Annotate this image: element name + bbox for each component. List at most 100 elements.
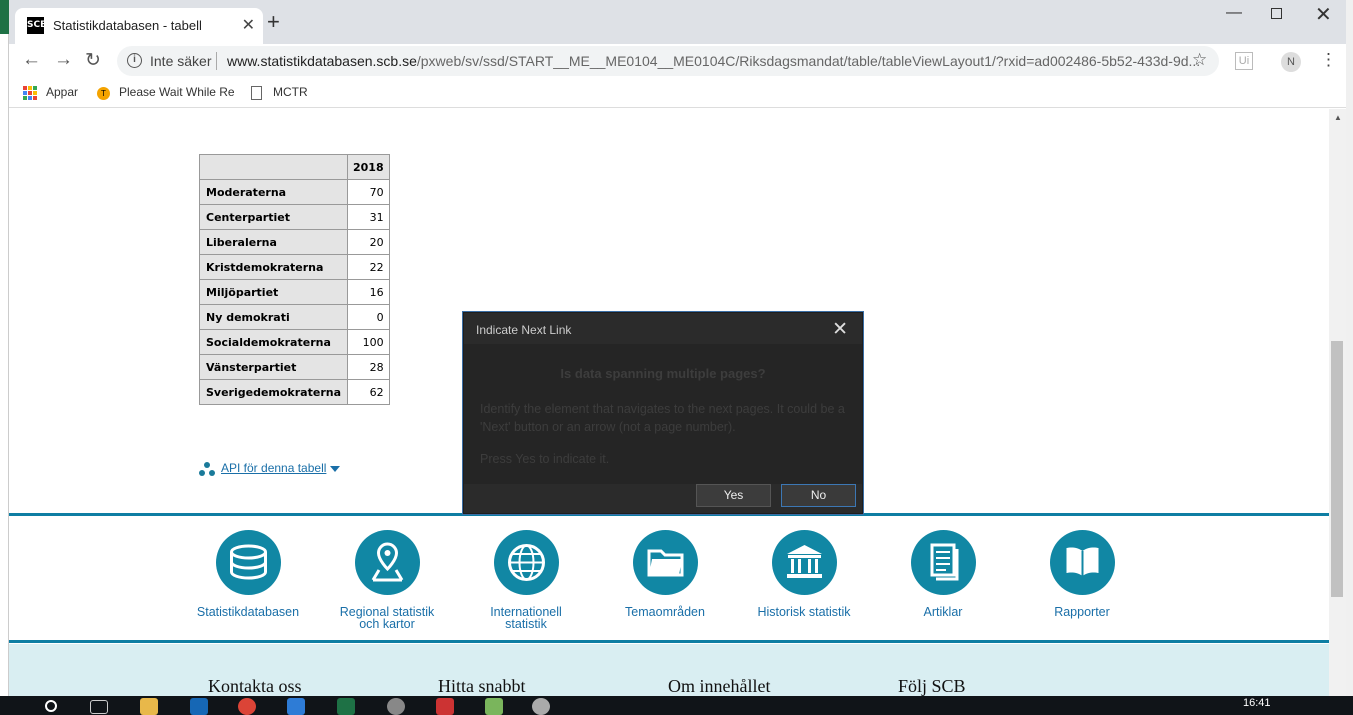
file-explorer-icon[interactable] [140, 698, 158, 715]
nav-temaomraden[interactable]: Temaområden [595, 530, 735, 618]
windows-taskbar: 16:41 [0, 696, 1353, 715]
party-label: Vänsterpartiet [199, 354, 348, 380]
settings-gear-icon[interactable] [387, 698, 405, 715]
url-path: /pxweb/sv/ssd/START__ME__ME0104__ME0104C… [416, 53, 1201, 69]
party-label: Kristdemokraterna [199, 254, 348, 280]
nav-label-line1: Rapporter [1054, 605, 1110, 619]
nav-label: Statistikdatabasen [178, 605, 318, 619]
app-icon[interactable] [436, 698, 454, 715]
tab-close-icon[interactable]: ✕ [242, 15, 255, 35]
outlook-icon[interactable] [190, 698, 208, 715]
no-button[interactable]: No [781, 484, 856, 507]
nav-label: Rapporter [1012, 605, 1152, 619]
bookmark-mctr[interactable]: MCTR [273, 85, 308, 99]
quick-nav: Statistikdatabasen Regional statistik och… [9, 518, 1329, 641]
bookmark-appar[interactable]: Appar [46, 85, 78, 99]
browser-titlebar: SCB Statistikdatabasen - tabell ✕ + — ✕ [9, 0, 1346, 44]
seat-value: 20 [347, 229, 390, 255]
nav-statistikdatabasen[interactable]: Statistikdatabasen [178, 530, 318, 618]
uipath-extension-icon[interactable]: Ui [1235, 52, 1253, 70]
building-icon [771, 530, 837, 595]
chrome-icon[interactable] [238, 698, 256, 715]
apps-grid-icon [23, 86, 37, 100]
new-tab-button[interactable]: + [267, 11, 280, 33]
page-footer: Kontakta oss Hitta snabbt Om innehållet … [9, 644, 1329, 696]
table-row: Centerpartiet 31 [199, 204, 390, 230]
url-host: www.statistikdatabasen.scb.se [227, 53, 417, 69]
seat-value: 31 [347, 204, 390, 230]
forward-button[interactable]: → [54, 49, 73, 71]
profile-avatar[interactable]: N [1281, 52, 1301, 72]
footer-folj-scb[interactable]: Följ SCB [898, 676, 966, 696]
back-button[interactable]: ← [22, 49, 41, 71]
nav-label-line1: Artiklar [923, 605, 963, 619]
seat-value: 16 [347, 279, 390, 305]
footer-kontakta-oss[interactable]: Kontakta oss [208, 676, 302, 696]
scb-favicon-icon: SCB [27, 17, 47, 34]
riksdag-seats-table: 2018 Moderaterna 70 Centerpartiet 31 Liber… [199, 154, 390, 405]
nav-label: Internationell statistik [456, 606, 596, 631]
taskbar-clock[interactable]: 16:41 [1243, 697, 1271, 709]
nav-label-line1: Statistikdatabasen [196, 605, 300, 619]
minimize-button[interactable]: — [1226, 4, 1242, 22]
nav-label-line2: och kartor [359, 617, 415, 631]
url-text[interactable]: www.statistikdatabasen.scb.se/pxweb/sv/s… [227, 53, 1200, 69]
address-separator [216, 52, 217, 70]
folder-icon [632, 530, 698, 595]
footer-om-innehallet[interactable]: Om innehållet [668, 676, 770, 696]
seat-value: 62 [347, 379, 390, 405]
bookmark-please-wait[interactable]: Please Wait While Re [119, 85, 235, 99]
uipath-icon[interactable] [287, 698, 305, 715]
nav-rapporter[interactable]: Rapporter [1012, 530, 1152, 618]
tab-title: Statistikdatabasen - tabell [53, 18, 202, 33]
browser-menu-icon[interactable]: ⋮ [1320, 50, 1337, 70]
search-icon[interactable] [45, 700, 57, 712]
excel-icon[interactable] [337, 698, 355, 715]
party-label: Socialdemokraterna [199, 329, 348, 355]
table-row: Liberalerna 20 [199, 229, 390, 255]
party-label: Sverigedemokraterna [199, 379, 348, 405]
globe-icon [493, 530, 559, 595]
party-label: Moderaterna [199, 179, 348, 205]
scroll-up-icon[interactable]: ▲ [1334, 113, 1342, 122]
nav-internationell-statistik[interactable]: Internationell statistik [456, 530, 596, 630]
dialog-close-icon[interactable]: ✕ [832, 318, 848, 341]
tab-statistikdatabasen[interactable]: SCB Statistikdatabasen - tabell ✕ [15, 8, 263, 44]
security-label: Inte säker [150, 53, 212, 69]
yes-button[interactable]: Yes [696, 484, 771, 507]
nav-regional-statistik[interactable]: Regional statistik och kartor [317, 530, 457, 630]
nav-artiklar[interactable]: Artiklar [873, 530, 1013, 618]
info-icon[interactable]: i [127, 53, 142, 68]
footer-hitta-snabbt[interactable]: Hitta snabbt [438, 676, 526, 696]
bookmarks-bar: Appar T Please Wait While Re MCTR [9, 78, 1346, 108]
background-window-edge [0, 0, 9, 715]
app-icon[interactable] [485, 698, 503, 715]
dialog-instructions: Identify the element that navigates to t… [480, 402, 845, 434]
nav-label: Regional statistik och kartor [317, 606, 457, 631]
scrollbar-thumb[interactable] [1331, 341, 1343, 597]
page-scrollbar[interactable]: ▲ [1329, 109, 1346, 696]
nav-label-line1: Historisk statistik [757, 605, 851, 619]
task-view-icon[interactable] [90, 700, 108, 714]
maximize-button[interactable] [1271, 8, 1282, 19]
dialog-title: Indicate Next Link [476, 323, 572, 337]
bookmark-star-icon[interactable]: ☆ [1192, 50, 1207, 70]
reload-button[interactable]: ↻ [85, 49, 101, 72]
dialog-body: Is data spanning multiple pages? Identif… [464, 344, 862, 484]
api-link-label: API för denna tabell [221, 461, 327, 475]
book-icon [1049, 530, 1115, 595]
party-label: Ny demokrati [199, 304, 348, 330]
nav-label: Temaområden [595, 606, 735, 619]
nav-historisk-statistik[interactable]: Historisk statistik [734, 530, 874, 618]
table-row: Miljöpartiet 16 [199, 279, 390, 305]
api-link[interactable]: API för denna tabell [199, 461, 341, 476]
caret-down-icon[interactable] [330, 465, 341, 472]
window-close-button[interactable]: ✕ [1315, 2, 1332, 27]
database-icon [215, 530, 281, 595]
seat-value: 28 [347, 354, 390, 380]
magnifier-icon[interactable] [532, 698, 550, 715]
divider-bottom [9, 640, 1329, 643]
address-bar[interactable]: i Inte säker www.statistikdatabasen.scb.… [117, 46, 1219, 76]
table-row: Sverigedemokraterna 62 [199, 379, 390, 405]
document-icon [910, 530, 976, 595]
